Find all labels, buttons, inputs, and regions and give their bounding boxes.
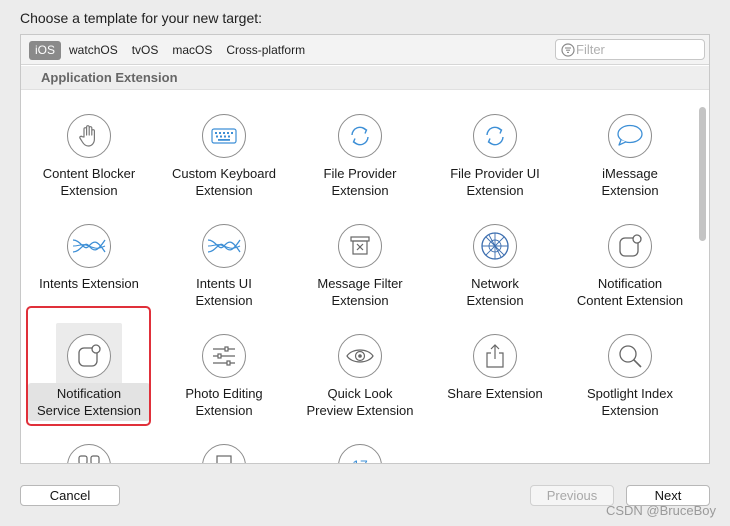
- template-label: Notification Service Extension: [28, 383, 150, 421]
- template-label: Spotlight Index Extension: [586, 386, 673, 418]
- icon-tile: [56, 103, 122, 169]
- icon-tile: [56, 213, 122, 279]
- icon-tile: [597, 323, 663, 389]
- icon-tile: [462, 103, 528, 169]
- icon-tile: [462, 323, 528, 389]
- intents-wave-icon: [67, 224, 111, 268]
- tab-tvos[interactable]: tvOS: [126, 41, 165, 60]
- section-title: Application Extension: [41, 70, 178, 85]
- tab-macos[interactable]: macOS: [166, 41, 218, 60]
- icon-tile: [191, 213, 257, 279]
- filter-field[interactable]: [555, 39, 705, 60]
- notification-icon: [608, 224, 652, 268]
- template-panel: iOS watchOS tvOS macOS Cross-platform Ap…: [20, 34, 710, 464]
- icon-tile: [191, 323, 257, 389]
- template-label: Notification Content Extension: [576, 276, 684, 308]
- filter-input[interactable]: [576, 41, 700, 58]
- calendar-date: 17: [352, 458, 368, 464]
- icon-tile: [327, 323, 393, 389]
- cancel-button[interactable]: Cancel: [20, 485, 120, 506]
- speech-bubble-icon: [608, 114, 652, 158]
- template-label: Quick Look Preview Extension: [306, 386, 414, 418]
- eye-icon: [338, 334, 382, 378]
- calendar-glyph: 17: [350, 458, 370, 464]
- icon-tile: [191, 433, 257, 463]
- icon-tile: [597, 213, 663, 279]
- icon-tile: 17: [327, 433, 393, 463]
- calendar-icon: 17: [338, 444, 382, 463]
- filter-icon: [561, 43, 575, 57]
- icon-tile: [191, 103, 257, 169]
- notification-icon: [67, 334, 111, 378]
- template-label: Intents UI Extension: [195, 276, 253, 308]
- icon-tile: [56, 433, 122, 463]
- template-label: Custom Keyboard Extension: [171, 166, 277, 198]
- intents-wave-icon: [202, 224, 246, 268]
- icon-tile: [597, 103, 663, 169]
- template-label: Intents Extension: [39, 276, 139, 291]
- template-label: Message Filter Extension: [317, 276, 403, 308]
- share-icon: [473, 334, 517, 378]
- hand-icon: [67, 114, 111, 158]
- app-grid-icon: [67, 444, 111, 463]
- tab-ios[interactable]: iOS: [29, 41, 62, 60]
- icon-tile: [56, 323, 122, 389]
- template-label: Network Extension: [466, 276, 524, 308]
- template-label: Content Blocker Extension: [42, 166, 136, 198]
- refresh-arrows-icon: [473, 114, 517, 158]
- previous-button[interactable]: Previous: [530, 485, 614, 506]
- template-label: File Provider UI Extension: [450, 166, 540, 198]
- template-label: Photo Editing Extension: [185, 386, 263, 418]
- platform-tabs: iOS watchOS tvOS macOS Cross-platform: [29, 41, 311, 60]
- dialog-heading: Choose a template for your new target:: [20, 10, 263, 26]
- scrollbar-thumb[interactable]: [699, 107, 706, 241]
- platform-bar: iOS watchOS tvOS macOS Cross-platform: [21, 35, 709, 65]
- keyboard-icon: [202, 114, 246, 158]
- trash-filter-icon: [338, 224, 382, 268]
- globe-network-icon: [473, 224, 517, 268]
- magnifier-icon: [608, 334, 652, 378]
- template-label: iMessage Extension: [601, 166, 659, 198]
- icon-tile: [327, 103, 393, 169]
- icon-tile: [462, 213, 528, 279]
- template-label: File Provider Extension: [323, 166, 397, 198]
- template-label: Share Extension: [447, 386, 543, 401]
- sliders-icon: [202, 334, 246, 378]
- icon-tile: [327, 213, 393, 279]
- section-header: Application Extension: [21, 66, 709, 90]
- template-grid: Content Blocker Extension Custom Keyboar…: [21, 91, 693, 463]
- tab-watchos[interactable]: watchOS: [63, 41, 124, 60]
- refresh-arrows-icon: [338, 114, 382, 158]
- document-icon: [202, 444, 246, 463]
- tab-cross-platform[interactable]: Cross-platform: [220, 41, 311, 60]
- watermark: CSDN @BruceBoy: [605, 503, 716, 518]
